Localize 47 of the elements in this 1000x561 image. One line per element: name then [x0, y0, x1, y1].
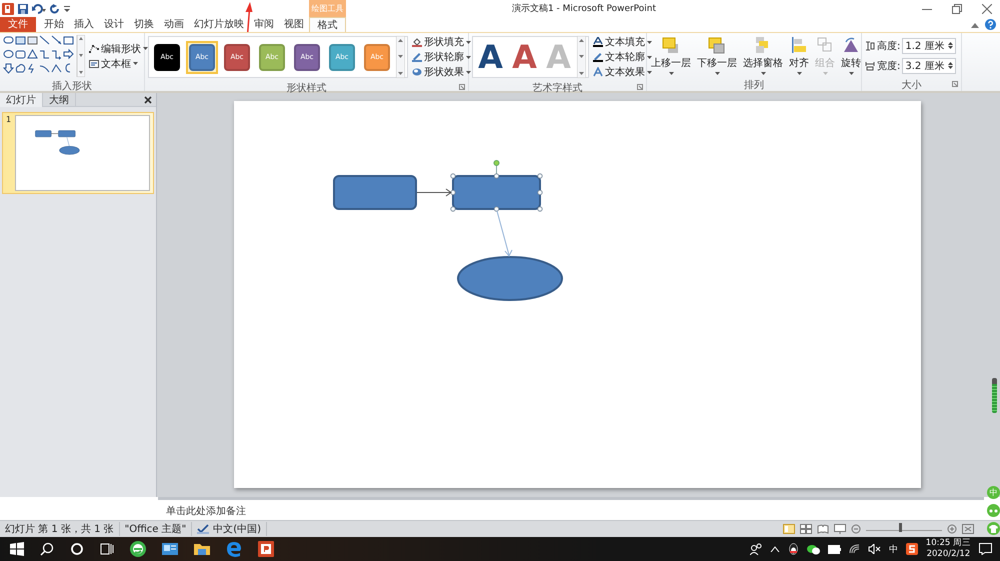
spin-field[interactable]: 3.2 厘米 — [902, 58, 956, 74]
wordart-style[interactable]: A — [509, 37, 540, 77]
command-button[interactable]: 形状填充 — [412, 35, 471, 49]
field-label: 宽度: — [877, 60, 900, 72]
ribbon-button[interactable]: 下移一层 — [696, 36, 738, 75]
command-button[interactable]: 形状轮廓 — [412, 50, 471, 64]
slide-thumbnail-frame[interactable]: 1 — [2, 112, 154, 194]
ribbon-button[interactable]: 选择窗格 — [742, 36, 784, 75]
command-button[interactable]: 形状效果 — [412, 65, 471, 79]
slide-number: 1 — [6, 115, 12, 126]
group-label: 排列 — [744, 78, 764, 92]
ribbon-tab[interactable]: 插入 — [69, 17, 99, 32]
pane-tab[interactable]: 幻灯片 — [0, 92, 43, 106]
command-button[interactable]: 文本框 — [89, 56, 148, 70]
contextual-tab-header: 绘图工具 — [309, 0, 346, 17]
ribbon-tab[interactable]: 幻灯片放映 — [189, 17, 249, 32]
group-label: 大小 — [902, 78, 922, 92]
ribbon-tab[interactable]: 格式 — [309, 17, 346, 32]
window-title: 演示文稿1 - Microsoft PowerPoint — [510, 2, 658, 15]
group-label: 形状样式 — [286, 82, 326, 94]
status-text: "Office 主题" — [124, 522, 186, 536]
ribbon-tab[interactable]: 切换 — [129, 17, 159, 32]
file-tab[interactable]: 文件 — [0, 17, 36, 32]
command-button[interactable]: 文本轮廓 — [593, 50, 652, 64]
ribbon-tab[interactable]: 审阅 — [249, 17, 279, 32]
clock-date: 2020/2/12 — [926, 549, 970, 560]
ribbon-tab[interactable]: 开始 — [39, 17, 69, 32]
command-button[interactable]: 文本填充 — [593, 35, 652, 49]
field-label: 高度: — [877, 40, 900, 52]
status-text: 幻灯片 第 1 张，共 1 张 — [5, 522, 114, 536]
ribbon-tab[interactable]: 视图 — [279, 17, 309, 32]
group-label: 插入形状 — [52, 80, 92, 92]
input-method-indicator[interactable]: 中 — [888, 542, 898, 556]
ribbon-button[interactable]: 对齐 — [788, 36, 810, 75]
ribbon-tab[interactable]: 动画 — [159, 17, 189, 32]
wordart-style[interactable]: A — [475, 37, 506, 77]
clock-time: 10:25 周三 — [926, 538, 971, 549]
spin-field[interactable]: 1.2 厘米 — [902, 38, 956, 54]
pane-tab[interactable]: 大纲 — [43, 92, 76, 106]
command-button[interactable]: 编辑形状 — [89, 42, 148, 56]
group-label: 艺术字样式 — [532, 82, 582, 94]
ribbon-tab[interactable]: 设计 — [99, 17, 129, 32]
command-button[interactable]: 文本效果 — [593, 65, 652, 79]
taskbar-clock[interactable]: 10:25 周三 2020/2/12 — [926, 538, 971, 560]
ribbon-button[interactable]: 上移一层 — [650, 36, 692, 75]
status-text: 中文(中国) — [213, 522, 262, 536]
ribbon-button[interactable]: 旋转 — [840, 36, 862, 75]
